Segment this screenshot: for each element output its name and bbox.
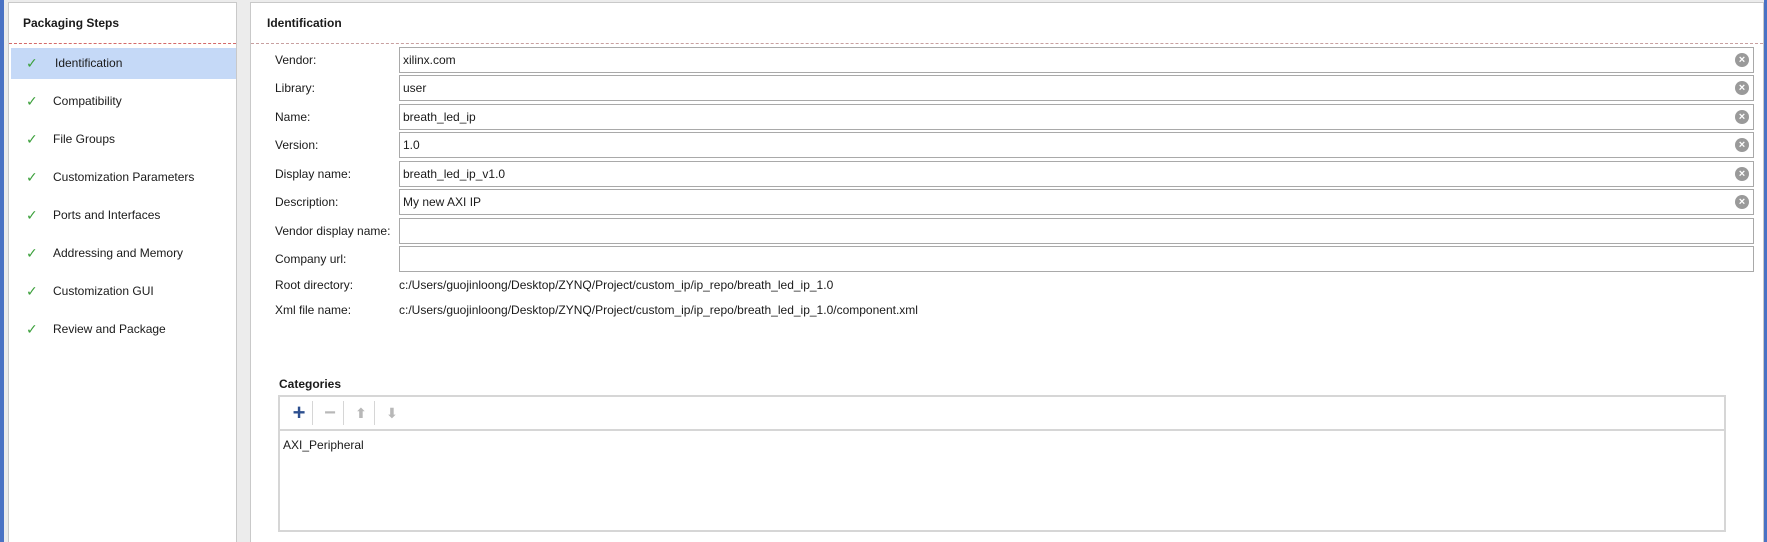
- categories-title: Categories: [279, 377, 342, 391]
- display-name-label: Display name:: [275, 167, 352, 181]
- display-name-value: breath_led_ip_v1.0: [403, 167, 506, 181]
- version-input[interactable]: 1.0 ×: [399, 132, 1754, 158]
- step-label: Review and Package: [53, 322, 166, 336]
- description-input[interactable]: My new AXI IP ×: [399, 189, 1754, 215]
- root-directory-value: c:/Users/guojinloong/Desktop/ZYNQ/Projec…: [399, 278, 834, 292]
- window-frame: Packaging Steps ✓ Identification ✓ Compa…: [0, 0, 1767, 542]
- root-directory-row: Root directory: c:/Users/guojinloong/Des…: [275, 271, 1755, 299]
- vendor-input[interactable]: xilinx.com ×: [399, 47, 1754, 73]
- step-addressing-and-memory[interactable]: ✓ Addressing and Memory: [9, 238, 236, 269]
- company-url-label: Company url:: [275, 252, 347, 266]
- step-label: Compatibility: [53, 94, 122, 108]
- library-value: user: [403, 81, 427, 95]
- name-row: Name: breath_led_ip ×: [275, 103, 1755, 131]
- check-icon: ✓: [26, 169, 38, 185]
- check-icon: ✓: [26, 207, 38, 223]
- display-name-row: Display name: breath_led_ip_v1.0 ×: [275, 160, 1755, 188]
- root-directory-label: Root directory:: [275, 278, 354, 292]
- packaging-steps-title: Packaging Steps: [9, 3, 236, 44]
- vendor-label: Vendor:: [275, 53, 317, 67]
- clear-icon[interactable]: ×: [1735, 53, 1749, 67]
- vendor-display-name-label: Vendor display name:: [275, 224, 391, 238]
- vendor-value: xilinx.com: [403, 53, 456, 67]
- categories-toolbar: + − ⬆ ⬇: [280, 397, 1724, 431]
- vendor-row: Vendor: xilinx.com ×: [275, 46, 1755, 74]
- vendor-display-name-input[interactable]: [399, 218, 1754, 244]
- name-label: Name:: [275, 110, 311, 124]
- xml-file-name-row: Xml file name: c:/Users/guojinloong/Desk…: [275, 296, 1755, 324]
- check-icon: ✓: [26, 55, 38, 71]
- library-input[interactable]: user ×: [399, 75, 1754, 101]
- step-label: File Groups: [53, 132, 116, 146]
- step-label: Customization GUI: [53, 284, 154, 298]
- xml-file-name-label: Xml file name:: [275, 303, 352, 317]
- identification-pane: Identification Vendor: xilinx.com × Libr…: [250, 2, 1764, 542]
- clear-icon[interactable]: ×: [1735, 195, 1749, 209]
- name-value: breath_led_ip: [403, 110, 476, 124]
- check-icon: ✓: [26, 131, 38, 147]
- step-label: Customization Parameters: [53, 170, 195, 184]
- step-customization-gui[interactable]: ✓ Customization GUI: [9, 276, 236, 307]
- step-label: Ports and Interfaces: [53, 208, 161, 222]
- remove-category-button[interactable]: −: [317, 401, 344, 425]
- vendor-display-name-row: Vendor display name:: [275, 217, 1755, 245]
- steps-list: ✓ Identification ✓ Compatibility ✓ File …: [9, 48, 236, 345]
- step-compatibility[interactable]: ✓ Compatibility: [9, 86, 236, 117]
- packaging-steps-pane: Packaging Steps ✓ Identification ✓ Compa…: [8, 2, 237, 542]
- step-ports-and-interfaces[interactable]: ✓ Ports and Interfaces: [9, 200, 236, 231]
- identification-title: Identification: [251, 3, 1763, 44]
- check-icon: ✓: [26, 93, 38, 109]
- display-name-input[interactable]: breath_led_ip_v1.0 ×: [399, 161, 1754, 187]
- arrow-up-icon: ⬆: [355, 404, 367, 421]
- library-row: Library: user ×: [275, 74, 1755, 102]
- version-row: Version: 1.0 ×: [275, 131, 1755, 159]
- check-icon: ✓: [26, 283, 38, 299]
- xml-file-name-value: c:/Users/guojinloong/Desktop/ZYNQ/Projec…: [399, 303, 918, 317]
- clear-icon[interactable]: ×: [1735, 167, 1749, 181]
- step-label: Addressing and Memory: [53, 246, 184, 260]
- clear-icon[interactable]: ×: [1735, 110, 1749, 124]
- step-label: Identification: [55, 56, 123, 70]
- description-value: My new AXI IP: [403, 195, 482, 209]
- move-up-button[interactable]: ⬆: [348, 401, 375, 425]
- clear-icon[interactable]: ×: [1735, 81, 1749, 95]
- version-label: Version:: [275, 138, 319, 152]
- categories-list: AXI_Peripheral: [280, 431, 1724, 453]
- list-item[interactable]: AXI_Peripheral: [283, 437, 1724, 453]
- step-identification[interactable]: ✓ Identification: [11, 48, 236, 79]
- clear-icon[interactable]: ×: [1735, 138, 1749, 152]
- company-url-row: Company url:: [275, 245, 1755, 273]
- library-label: Library:: [275, 81, 316, 95]
- move-down-button[interactable]: ⬇: [379, 401, 405, 425]
- step-customization-parameters[interactable]: ✓ Customization Parameters: [9, 162, 236, 193]
- name-input[interactable]: breath_led_ip ×: [399, 104, 1754, 130]
- arrow-down-icon: ⬇: [386, 404, 398, 421]
- company-url-input[interactable]: [399, 246, 1754, 272]
- categories-panel: + − ⬆ ⬇ AXI_Peripheral: [278, 395, 1726, 532]
- minus-icon: −: [324, 401, 336, 424]
- check-icon: ✓: [26, 245, 38, 261]
- plus-icon: +: [292, 400, 306, 425]
- check-icon: ✓: [26, 321, 38, 337]
- version-value: 1.0: [403, 138, 420, 152]
- add-category-button[interactable]: +: [286, 400, 313, 425]
- description-row: Description: My new AXI IP ×: [275, 188, 1755, 216]
- step-review-and-package[interactable]: ✓ Review and Package: [9, 314, 236, 345]
- description-label: Description:: [275, 195, 339, 209]
- step-file-groups[interactable]: ✓ File Groups: [9, 124, 236, 155]
